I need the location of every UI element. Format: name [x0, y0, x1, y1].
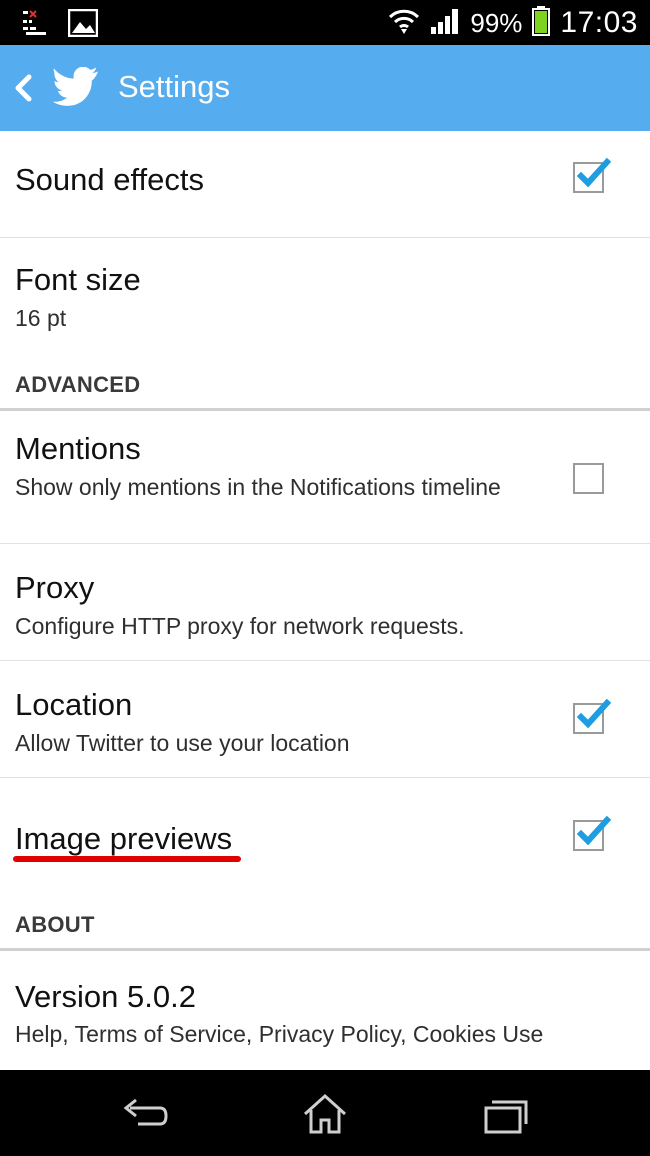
setting-sound-effects[interactable]: Sound effects [0, 132, 650, 237]
setting-title: Mentions [15, 431, 141, 466]
setting-title: Version 5.0.2 [15, 979, 196, 1014]
setting-summary: Configure HTTP proxy for network request… [15, 613, 465, 639]
setting-location[interactable]: Location Allow Twitter to use your locat… [0, 661, 650, 777]
notification-icon [22, 10, 48, 41]
battery-percent: 99% [470, 7, 523, 38]
recent-apps-icon[interactable] [480, 1092, 530, 1136]
setting-summary: Allow Twitter to use your location [15, 730, 350, 756]
setting-title: Font size [15, 262, 141, 297]
home-icon[interactable] [300, 1092, 350, 1136]
setting-title: Sound effects [15, 162, 205, 197]
action-bar: Settings [0, 45, 650, 131]
signal-icon [430, 8, 460, 39]
setting-font-size[interactable]: Font size 16 pt [0, 238, 650, 360]
status-bar: 99% 17:03 [0, 0, 650, 45]
setting-version[interactable]: Version 5.0.2 Help, Terms of Service, Pr… [0, 951, 650, 1069]
chevron-left-icon [13, 74, 33, 107]
sound-effects-checkbox[interactable] [573, 157, 612, 193]
wifi-icon [388, 7, 420, 40]
setting-title: Location [15, 687, 133, 722]
back-icon[interactable] [120, 1092, 170, 1136]
up-navigation-button[interactable] [0, 45, 110, 131]
image-previews-checkbox[interactable] [573, 815, 612, 851]
setting-mentions[interactable]: Mentions Show only mentions in the Notif… [0, 411, 650, 543]
setting-image-previews[interactable]: Image previews [0, 778, 650, 886]
navigation-bar [0, 1070, 650, 1156]
setting-summary: 16 pt [15, 305, 67, 331]
location-checkbox[interactable] [573, 698, 612, 734]
section-header-about: ABOUT [15, 912, 95, 937]
setting-proxy[interactable]: Proxy Configure HTTP proxy for network r… [0, 544, 650, 660]
setting-summary: Show only mentions in the Notifications … [15, 474, 501, 500]
twitter-bird-icon [52, 66, 99, 112]
setting-title: Image previews [15, 821, 233, 856]
mentions-checkbox[interactable] [573, 463, 604, 494]
page-title: Settings [118, 69, 231, 104]
section-header-advanced: ADVANCED [15, 372, 141, 397]
clock: 17:03 [560, 6, 638, 39]
annotation-underline [13, 856, 241, 862]
image-icon [67, 8, 99, 42]
setting-title: Proxy [15, 570, 95, 605]
setting-summary: Help, Terms of Service, Privacy Policy, … [15, 1021, 544, 1047]
battery-icon [532, 5, 551, 41]
